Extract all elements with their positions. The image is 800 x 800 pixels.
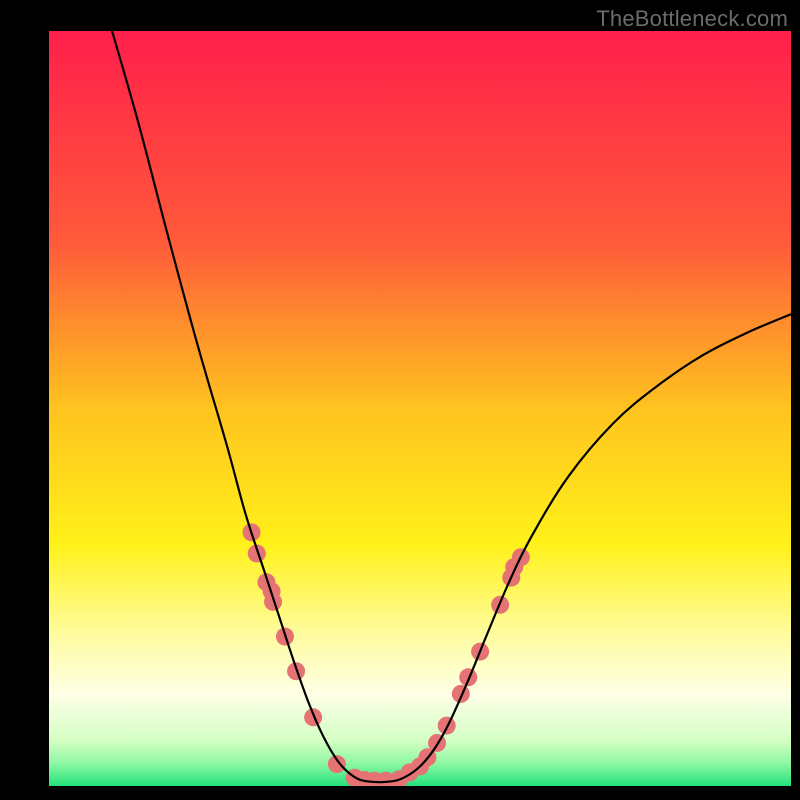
data-marker: [304, 708, 322, 726]
data-marker: [459, 668, 477, 686]
chart-stage: TheBottleneck.com: [0, 0, 800, 800]
gradient-background: [49, 31, 791, 786]
bottleneck-chart: [0, 0, 800, 800]
watermark-label: TheBottleneck.com: [596, 6, 788, 32]
data-marker: [328, 755, 346, 773]
